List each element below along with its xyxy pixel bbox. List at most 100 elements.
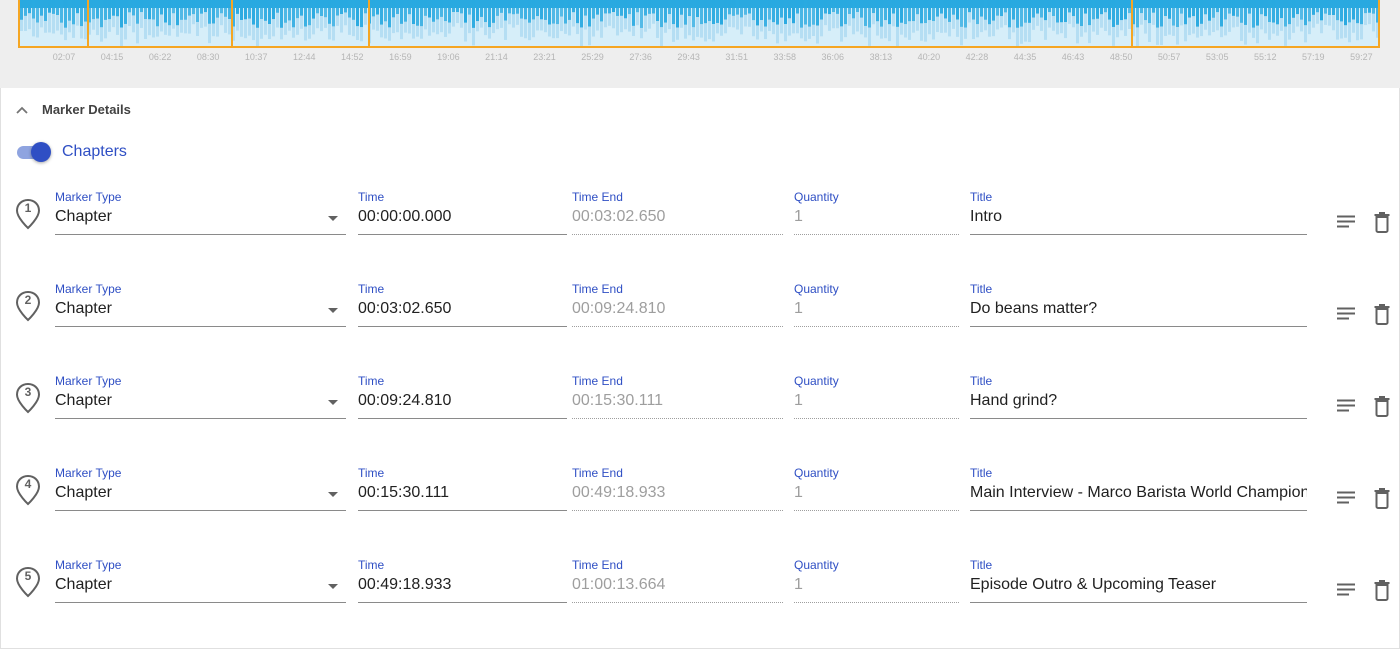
description-icon[interactable] bbox=[1335, 395, 1357, 417]
marker-row: 2 Marker Type Chapter Time 00:03:02.650 … bbox=[1, 276, 1400, 368]
time-field[interactable]: Time 00:15:30.111 bbox=[358, 460, 567, 511]
delete-icon[interactable] bbox=[1371, 303, 1393, 325]
time-tick-label: 42:28 bbox=[965, 52, 989, 62]
quantity-field: Quantity 1 bbox=[794, 276, 959, 327]
time-tick-label: 08:30 bbox=[196, 52, 220, 62]
time-tick-label: 06:22 bbox=[148, 52, 172, 62]
quantity-value: 1 bbox=[794, 392, 803, 409]
waveform[interactable] bbox=[18, 0, 1380, 48]
marker-type-select[interactable]: Marker Type Chapter bbox=[55, 184, 346, 235]
marker-type-select[interactable]: Marker Type Chapter bbox=[55, 368, 346, 419]
marker-type-select[interactable]: Marker Type Chapter bbox=[55, 276, 346, 327]
time-tick-label: 38:13 bbox=[869, 52, 893, 62]
time-tick-label: 48:50 bbox=[1109, 52, 1133, 62]
waveform-area: 02:07 04:15 06:22 08:30 10:37 12:44 14:52 16:59… bbox=[0, 0, 1400, 88]
chapter-boundary[interactable] bbox=[231, 0, 233, 46]
description-icon[interactable] bbox=[1335, 211, 1357, 233]
time-tick-label: 19:06 bbox=[437, 52, 460, 62]
time-tick-label: 02:07 bbox=[52, 52, 76, 62]
quantity-value: 1 bbox=[794, 576, 803, 593]
time-tick-label: 21:14 bbox=[485, 52, 508, 62]
time-value: 00:00:00.000 bbox=[358, 208, 452, 225]
time-tick-label: 40:20 bbox=[917, 52, 941, 62]
marker-row: 1 Marker Type Chapter Time 00:00:00.000 … bbox=[1, 184, 1400, 276]
delete-icon[interactable] bbox=[1371, 579, 1393, 601]
time-end-value: 00:15:30.111 bbox=[572, 392, 664, 409]
delete-icon[interactable] bbox=[1371, 211, 1393, 233]
time-tick-label: 25:29 bbox=[581, 52, 604, 62]
description-icon[interactable] bbox=[1335, 579, 1357, 601]
time-end-label: Time End bbox=[572, 558, 623, 572]
delete-icon[interactable] bbox=[1371, 395, 1393, 417]
chapters-toggle-row: Chapters bbox=[17, 142, 127, 162]
time-field[interactable]: Time 00:09:24.810 bbox=[358, 368, 567, 419]
chapter-boundary[interactable] bbox=[87, 0, 89, 46]
delete-icon[interactable] bbox=[1371, 487, 1393, 509]
marker-details-panel: Marker Details Chapters 1 Marker Type Ch… bbox=[0, 88, 1400, 649]
section-title: Marker Details bbox=[42, 102, 131, 117]
waveform-bars bbox=[20, 0, 1378, 46]
time-tick-label: 57:19 bbox=[1302, 52, 1325, 62]
marker-number: 3 bbox=[24, 385, 32, 399]
title-label: Title bbox=[970, 374, 993, 388]
quantity-value: 1 bbox=[794, 300, 803, 317]
quantity-field: Quantity 1 bbox=[794, 184, 959, 235]
time-value: 00:03:02.650 bbox=[358, 300, 452, 317]
marker-row: 5 Marker Type Chapter Time 00:49:18.933 … bbox=[1, 552, 1400, 644]
quantity-field: Quantity 1 bbox=[794, 552, 959, 603]
chapter-boundary[interactable] bbox=[368, 0, 370, 46]
marker-type-select[interactable]: Marker Type Chapter bbox=[55, 460, 346, 511]
chapters-toggle-label[interactable]: Chapters bbox=[62, 143, 127, 161]
marker-type-value: Chapter bbox=[55, 392, 112, 409]
time-tick-label: 46:43 bbox=[1061, 52, 1085, 62]
title-field[interactable]: Title Hand grind? bbox=[970, 368, 1307, 419]
title-field[interactable]: Title Main Interview - Marco Barista Wor… bbox=[970, 460, 1307, 511]
time-tick-label: 12:44 bbox=[292, 52, 316, 62]
time-tick-label: 16:59 bbox=[389, 52, 412, 62]
title-label: Title bbox=[970, 282, 993, 296]
title-value: Intro bbox=[970, 208, 1003, 225]
time-value: 00:49:18.933 bbox=[358, 576, 452, 593]
marker-type-value: Chapter bbox=[55, 484, 112, 501]
marker-type-label: Marker Type bbox=[55, 466, 122, 480]
title-field[interactable]: Title Do beans matter? bbox=[970, 276, 1307, 327]
marker-type-label: Marker Type bbox=[55, 282, 122, 296]
quantity-label: Quantity bbox=[794, 466, 839, 480]
marker-type-select[interactable]: Marker Type Chapter bbox=[55, 552, 346, 603]
time-field[interactable]: Time 00:03:02.650 bbox=[358, 276, 567, 327]
time-tick-label: 55:12 bbox=[1253, 52, 1277, 62]
title-value: Main Interview - Marco Barista World Cha… bbox=[970, 484, 1307, 501]
marker-number: 2 bbox=[24, 293, 32, 307]
chapters-toggle[interactable] bbox=[17, 142, 51, 162]
chevron-up-icon bbox=[16, 106, 28, 114]
title-field[interactable]: Title Intro bbox=[970, 184, 1307, 235]
chapter-boundary[interactable] bbox=[1131, 0, 1133, 46]
quantity-label: Quantity bbox=[794, 282, 839, 296]
dropdown-arrow-icon bbox=[328, 492, 338, 497]
quantity-field: Quantity 1 bbox=[794, 368, 959, 419]
time-tick-label: 59:27 bbox=[1350, 52, 1373, 62]
time-end-field: Time End 00:09:24.810 bbox=[572, 276, 783, 327]
marker-details-header[interactable]: Marker Details bbox=[15, 102, 131, 117]
time-label: Time bbox=[358, 282, 385, 296]
time-end-field: Time End 01:00:13.664 bbox=[572, 552, 783, 603]
marker-type-label: Marker Type bbox=[55, 190, 122, 204]
marker-row: 4 Marker Type Chapter Time 00:15:30.111 … bbox=[1, 460, 1400, 552]
title-field[interactable]: Title Episode Outro & Upcoming Teaser bbox=[970, 552, 1307, 603]
title-value: Hand grind? bbox=[970, 392, 1058, 409]
time-field[interactable]: Time 00:00:00.000 bbox=[358, 184, 567, 235]
marker-number: 5 bbox=[24, 569, 32, 583]
time-end-label: Time End bbox=[572, 374, 623, 388]
description-icon[interactable] bbox=[1335, 303, 1357, 325]
time-tick-label: 53:05 bbox=[1205, 52, 1229, 62]
time-tick-label: 27:36 bbox=[629, 52, 652, 62]
description-icon[interactable] bbox=[1335, 487, 1357, 509]
time-label: Time bbox=[358, 558, 385, 572]
time-end-label: Time End bbox=[572, 190, 623, 204]
time-label: Time bbox=[358, 190, 385, 204]
marker-type-value: Chapter bbox=[55, 300, 112, 317]
time-field[interactable]: Time 00:49:18.933 bbox=[358, 552, 567, 603]
time-end-value: 00:09:24.810 bbox=[572, 300, 666, 317]
title-label: Title bbox=[970, 466, 993, 480]
marker-type-value: Chapter bbox=[55, 576, 112, 593]
